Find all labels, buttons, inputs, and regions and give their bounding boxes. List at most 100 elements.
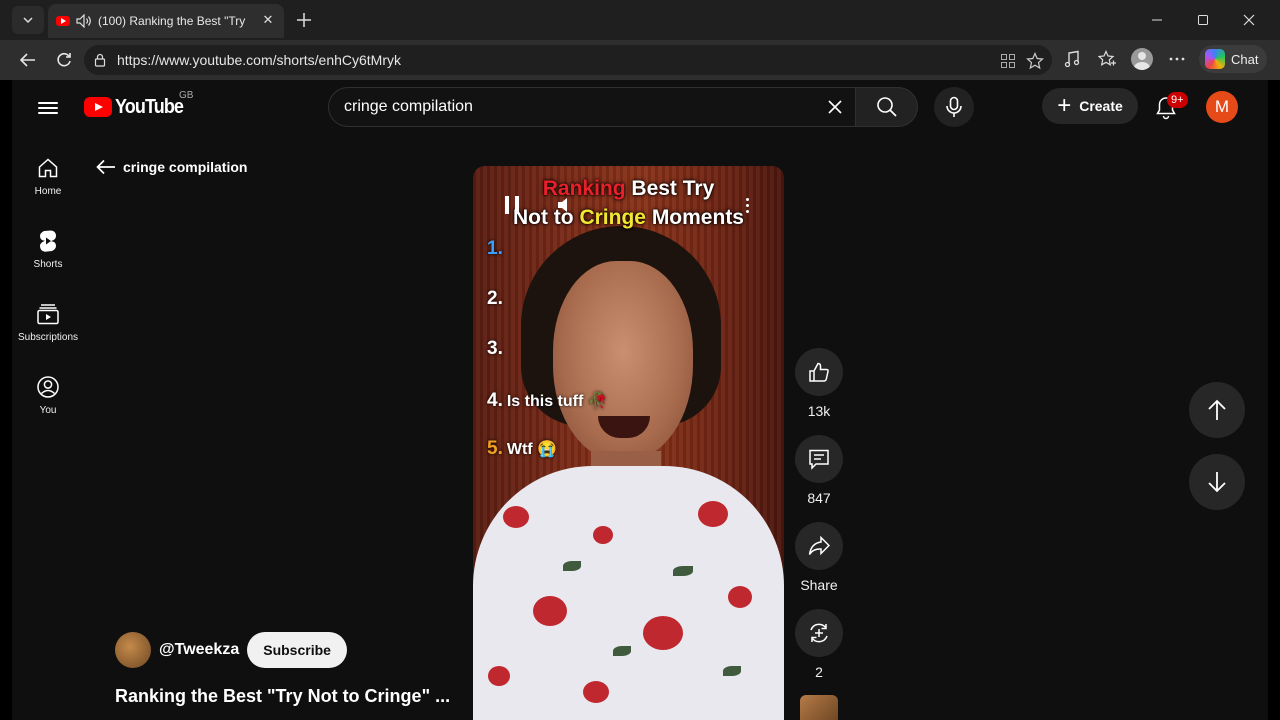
sidebar-item-shorts[interactable]: Shorts xyxy=(16,225,80,285)
search-box xyxy=(328,87,918,127)
logo-text: YouTube xyxy=(115,95,184,118)
sidebar-label-you: You xyxy=(39,405,57,416)
copilot-icon xyxy=(1205,49,1225,69)
create-button[interactable]: + Create xyxy=(1042,88,1138,124)
comments-button[interactable] xyxy=(795,435,843,483)
rank-item: 2. xyxy=(487,288,503,309)
back-label: cringe compilation xyxy=(123,159,248,175)
sidebar-item-you[interactable]: You xyxy=(16,371,80,431)
url-text: https://www.youtube.com/shorts/enhCy6tMr… xyxy=(117,52,401,68)
account-avatar[interactable]: M xyxy=(1206,91,1238,123)
clear-search-icon[interactable] xyxy=(823,95,847,119)
back-button[interactable] xyxy=(16,48,40,72)
maximize-button[interactable] xyxy=(1191,8,1215,32)
youtube-page: YouTube GB + Create 9+ M xyxy=(12,80,1268,720)
minimize-icon xyxy=(1152,19,1162,21)
create-label: Create xyxy=(1079,98,1123,114)
browser-toolbar: https://www.youtube.com/shorts/enhCy6tMr… xyxy=(0,40,1280,80)
remix-button[interactable] xyxy=(795,609,843,657)
youtube-favicon-icon xyxy=(56,16,70,26)
browser-tab-bar: (100) Ranking the Best "Try Not to Cring… xyxy=(0,0,1280,40)
reload-button[interactable] xyxy=(52,48,76,72)
rank-item: 3. xyxy=(487,338,503,359)
chat-label: Chat xyxy=(1231,51,1259,67)
comment-count: 847 xyxy=(807,490,831,506)
sidebar-item-home[interactable]: Home xyxy=(16,152,80,212)
favorites-icon[interactable] xyxy=(1096,48,1118,70)
apps-icon[interactable] xyxy=(999,52,1017,70)
arrow-down-icon xyxy=(1208,472,1226,493)
maximize-icon xyxy=(1198,15,1208,25)
share-button[interactable] xyxy=(795,522,843,570)
speaker-icon[interactable] xyxy=(76,13,92,29)
arrow-up-icon xyxy=(1208,399,1226,420)
more-options-icon[interactable] xyxy=(1166,48,1188,70)
sound-thumbnail[interactable] xyxy=(800,695,838,720)
channel-row: @Tweekza Subscribe xyxy=(115,632,347,668)
arrow-left-icon xyxy=(19,53,35,67)
rank-item: 5. Wtf 😭 xyxy=(487,438,557,459)
remix-icon xyxy=(810,623,828,643)
favorite-star-icon[interactable] xyxy=(1026,52,1044,70)
thumbs-up-icon xyxy=(809,362,829,382)
subscribe-button[interactable]: Subscribe xyxy=(247,632,347,668)
reload-icon xyxy=(57,52,71,67)
arrow-left-icon xyxy=(96,157,116,177)
tab-list-button[interactable] xyxy=(12,6,44,34)
browser-profile-avatar[interactable] xyxy=(1131,48,1153,70)
rank-item: 4. Is this tuff 🥀 xyxy=(487,390,608,411)
lock-icon[interactable] xyxy=(93,53,107,67)
share-icon xyxy=(808,536,830,556)
minimize-button[interactable] xyxy=(1145,8,1169,32)
voice-search-button[interactable] xyxy=(934,87,974,127)
channel-avatar[interactable] xyxy=(115,632,151,668)
close-window-button[interactable] xyxy=(1237,8,1261,32)
country-code: GB xyxy=(179,90,194,101)
like-button[interactable] xyxy=(795,348,843,396)
comments-action: 847 xyxy=(795,435,843,506)
channel-name[interactable]: @Tweekza xyxy=(159,641,239,659)
menu-icon[interactable] xyxy=(36,96,60,120)
youtube-logo[interactable]: YouTube GB xyxy=(84,90,193,118)
pause-icon[interactable] xyxy=(505,196,519,214)
like-count: 13k xyxy=(807,403,831,419)
home-icon xyxy=(36,156,60,180)
next-short-button[interactable] xyxy=(1189,454,1245,510)
browser-tab[interactable]: (100) Ranking the Best "Try Not to Cring… xyxy=(48,4,284,38)
plus-icon: + xyxy=(1057,92,1072,119)
sidebar-item-subscriptions[interactable]: Subscriptions xyxy=(16,298,80,358)
search-button[interactable] xyxy=(856,87,918,127)
short-video-player[interactable]: Ranking Best Try Not to Cringe Moments 1… xyxy=(473,166,784,720)
youtube-play-icon xyxy=(84,97,112,117)
search-field[interactable] xyxy=(328,87,856,127)
back-to-search-link[interactable]: cringe compilation xyxy=(96,157,247,177)
tab-title: (100) Ranking the Best "Try Not to Cring… xyxy=(98,14,248,28)
share-label: Share xyxy=(800,577,838,593)
video-frame-dress xyxy=(473,466,784,720)
tab-close-icon[interactable]: ✕ xyxy=(260,12,276,28)
copilot-chat-button[interactable]: Chat xyxy=(1199,45,1267,73)
you-icon xyxy=(36,375,60,399)
microphone-icon xyxy=(946,96,962,117)
rank-item: 1. xyxy=(487,238,503,259)
sidebar-label-shorts: Shorts xyxy=(33,259,63,270)
search-icon xyxy=(876,97,897,117)
share-action: Share xyxy=(795,522,843,593)
search-input[interactable] xyxy=(344,98,804,116)
chevron-down-icon xyxy=(23,17,33,24)
like-action: 13k xyxy=(795,348,843,419)
remix-action: 2 xyxy=(795,609,843,680)
remix-count: 2 xyxy=(815,664,823,680)
volume-icon[interactable] xyxy=(557,196,573,214)
more-vertical-icon[interactable] xyxy=(743,196,751,214)
plus-icon xyxy=(297,13,311,27)
sidebar-label-subscriptions: Subscriptions xyxy=(17,332,79,343)
subscriptions-icon xyxy=(36,302,60,326)
media-control-icon[interactable] xyxy=(1061,48,1083,70)
previous-short-button[interactable] xyxy=(1189,382,1245,438)
new-tab-button[interactable] xyxy=(292,8,316,32)
short-title[interactable]: Ranking the Best "Try Not to Cringe" ... xyxy=(115,686,450,707)
video-overlay-title: Ranking Best Try Not to Cringe Moments xyxy=(512,177,744,229)
notifications-badge: 9+ xyxy=(1167,92,1188,108)
address-bar[interactable]: https://www.youtube.com/shorts/enhCy6tMr… xyxy=(84,45,1052,75)
